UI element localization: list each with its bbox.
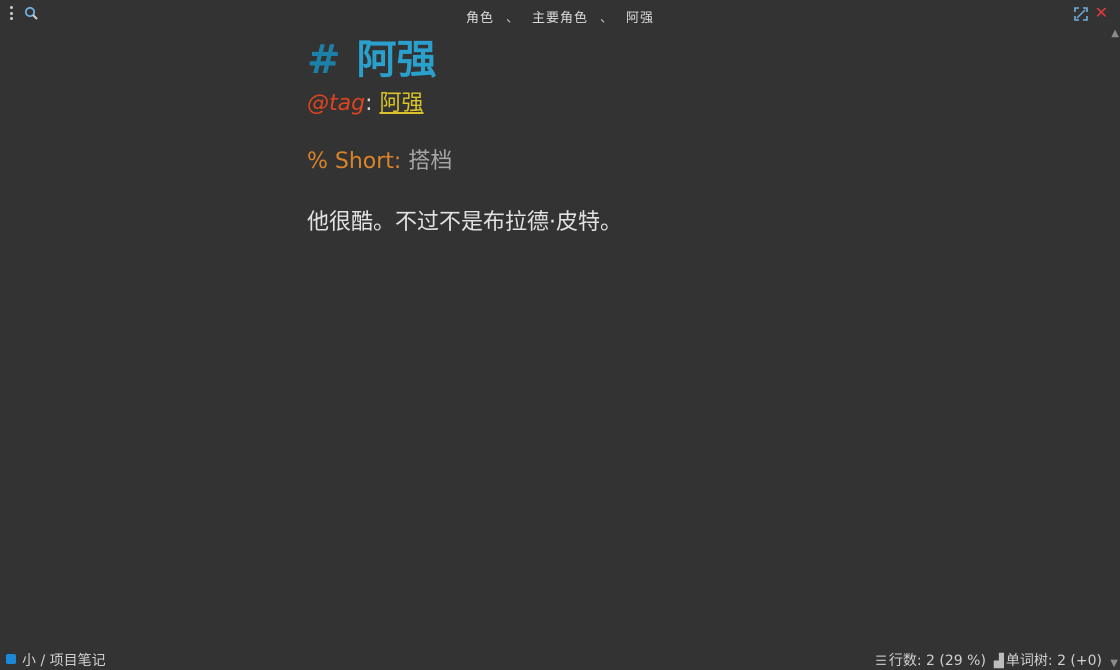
breadcrumb-item[interactable]: 阿强 xyxy=(626,11,654,26)
document-heading[interactable]: # 阿强 xyxy=(307,36,867,84)
scrollbar[interactable]: ▲ xyxy=(1108,28,1120,653)
project-name[interactable]: 小 / 项目笔记 xyxy=(22,653,106,669)
status-bar: 小 / 项目笔记 ☰ 行数: 2 (29 %) ▟ 单词树: 2 (+0) ▼ xyxy=(0,653,1120,669)
tag-key: @tag xyxy=(307,91,366,116)
bar-chart-icon: ▟ xyxy=(993,654,1004,669)
project-color-icon xyxy=(6,654,16,664)
fullscreen-icon[interactable] xyxy=(1074,6,1088,25)
scroll-down-icon[interactable]: ▼ xyxy=(1110,658,1118,669)
heading-marker: # xyxy=(307,37,341,83)
short-value: 搭档 xyxy=(408,149,453,174)
document-stats: ☰ 行数: 2 (29 %) ▟ 单词树: 2 (+0) xyxy=(875,653,1102,670)
breadcrumb-separator: 、 xyxy=(505,11,520,26)
breadcrumb: 角色、主要角色、阿强 xyxy=(0,7,1120,26)
heading-text: 阿强 xyxy=(356,37,437,83)
short-line[interactable]: % Short: 搭档 xyxy=(307,146,867,178)
editor[interactable]: # 阿强 @tag: 阿强 % Short: 搭档 他很酷。不过不是布拉德·皮特。 xyxy=(307,36,867,239)
tag-value-link[interactable]: 阿强 xyxy=(380,91,424,116)
list-icon: ☰ xyxy=(875,654,887,669)
short-key: % Short: xyxy=(307,149,402,174)
scroll-up-icon[interactable]: ▲ xyxy=(1111,28,1119,39)
breadcrumb-item[interactable]: 主要角色 xyxy=(532,11,588,26)
body-text[interactable]: 他很酷。不过不是布拉德·皮特。 xyxy=(307,207,867,239)
breadcrumb-separator: 、 xyxy=(600,11,615,26)
words-count: 单词树: 2 (+0) xyxy=(1005,653,1102,669)
top-bar: 角色、主要角色、阿强 ✕ xyxy=(0,0,1120,28)
tag-colon: : xyxy=(365,91,373,116)
breadcrumb-item[interactable]: 角色 xyxy=(466,11,494,26)
lines-count: 行数: 2 (29 %) xyxy=(888,653,986,669)
tag-line[interactable]: @tag: 阿强 xyxy=(307,88,867,120)
close-icon[interactable]: ✕ xyxy=(1095,4,1108,22)
